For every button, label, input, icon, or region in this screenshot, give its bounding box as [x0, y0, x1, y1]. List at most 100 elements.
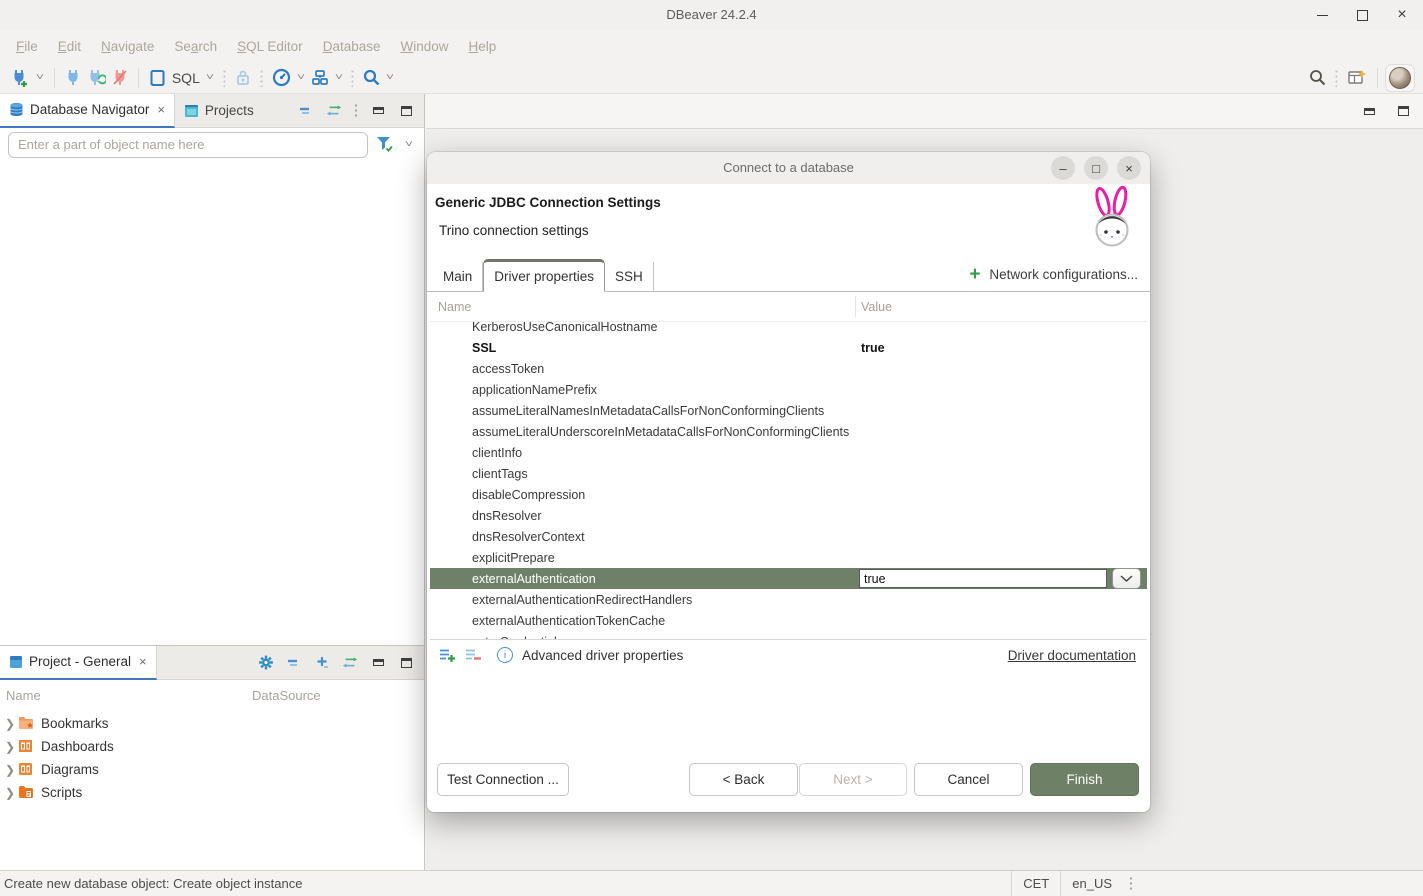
panel-minimize-icon[interactable] [370, 655, 386, 671]
collapse-all-icon[interactable] [298, 103, 314, 119]
dialog-close-icon[interactable]: × [1117, 156, 1141, 180]
menu-window[interactable]: Window [390, 39, 458, 54]
chevron-right-icon[interactable]: ❯ [2, 717, 18, 731]
filter-icon[interactable] [376, 136, 394, 153]
tab-database-navigator[interactable]: Database Navigator × [0, 94, 175, 128]
finish-button[interactable]: Finish [1030, 763, 1139, 796]
close-icon[interactable]: × [1389, 2, 1415, 28]
property-row-externalAuthenticationRedirectHandlers[interactable]: externalAuthenticationRedirectHandlers [430, 589, 1147, 610]
test-connection-button[interactable]: Test Connection ... [437, 763, 569, 796]
menu-sql-editor[interactable]: SQL Editor [227, 39, 313, 54]
table-body[interactable]: KerberosUseCanonicalHostnameSSLtrueacces… [430, 322, 1147, 639]
back-button[interactable]: < Back [689, 763, 798, 796]
tree-item-bookmarks[interactable]: ❯Bookmarks [0, 712, 424, 735]
tab-projects[interactable]: Projects [175, 94, 263, 128]
expand-all-icon[interactable] [314, 655, 330, 671]
add-property-icon[interactable] [439, 648, 456, 663]
dialog-maximize-icon[interactable]: □ [1084, 156, 1108, 180]
column-datasource[interactable]: DataSource [252, 688, 321, 703]
chevron-right-icon[interactable]: ❯ [2, 786, 18, 800]
close-tab-icon[interactable]: × [137, 654, 147, 669]
header-name[interactable]: Name [430, 300, 855, 314]
navigator-tree[interactable] [0, 161, 424, 645]
view-menu-grip-icon[interactable] [354, 103, 358, 119]
object-filter-input[interactable] [8, 132, 368, 158]
property-row-explicitPrepare[interactable]: explicitPrepare [430, 547, 1147, 568]
property-value-input[interactable] [859, 569, 1107, 588]
collapse-all-icon[interactable] [286, 655, 302, 671]
tree-item-dashboards[interactable]: ❯Dashboards [0, 735, 424, 758]
chevron-right-icon[interactable]: ❯ [2, 763, 18, 777]
tab-project-general[interactable]: Project - General × [0, 646, 157, 680]
property-row-applicationNamePrefix[interactable]: applicationNamePrefix [430, 379, 1147, 400]
network-configurations-button[interactable]: + Network configurations... [969, 265, 1138, 284]
property-row-assumeLiteralUnderscoreInMetadataCallsForNonConformingClients[interactable]: assumeLiteralUnderscoreInMetadataCallsFo… [430, 421, 1147, 442]
menu-help[interactable]: Help [459, 39, 507, 54]
cancel-button[interactable]: Cancel [914, 763, 1023, 796]
maximize-icon[interactable] [1349, 2, 1375, 28]
menu-search[interactable]: Search [164, 39, 227, 54]
menu-database[interactable]: Database [313, 39, 391, 54]
property-row-clientInfo[interactable]: clientInfo [430, 442, 1147, 463]
property-row-clientTags[interactable]: clientTags [430, 463, 1147, 484]
locale-indicator[interactable]: en_US [1060, 871, 1123, 896]
sql-editor-label[interactable]: SQL [169, 70, 203, 86]
dialog-tab-driver-properties[interactable]: Driver properties [483, 259, 605, 292]
connect-icon[interactable] [62, 66, 84, 90]
filter-dropdown-icon[interactable]: ˅ [399, 139, 418, 150]
property-value: true [855, 341, 885, 355]
dashboard-gauge-icon[interactable] [269, 66, 294, 90]
property-row-dnsResolverContext[interactable]: dnsResolverContext [430, 526, 1147, 547]
search-dropdown-icon[interactable]: ˅ [381, 72, 400, 83]
property-row-assumeLiteralNamesInMetadataCallsForNonConformingClients[interactable]: assumeLiteralNamesInMetadataCallsForNonC… [430, 400, 1147, 421]
panel-minimize-icon[interactable] [370, 103, 386, 119]
disconnect-icon[interactable] [109, 66, 131, 90]
tree-item-diagrams[interactable]: ❯Diagrams [0, 758, 424, 781]
sql-editor-dropdown-icon[interactable]: ˅ [200, 72, 219, 83]
driver-documentation-link[interactable]: Driver documentation [1008, 648, 1138, 663]
reconnect-icon[interactable] [84, 66, 109, 90]
property-row-accessToken[interactable]: accessToken [430, 358, 1147, 379]
link-editor-icon[interactable] [342, 655, 358, 671]
editor-minimize-icon[interactable] [1361, 103, 1377, 119]
property-name: assumeLiteralNamesInMetadataCallsForNonC… [430, 404, 855, 418]
quick-search-icon[interactable] [1306, 66, 1329, 90]
dialog-tab-main[interactable]: Main [433, 262, 483, 291]
property-row-KerberosUseCanonicalHostname[interactable]: KerberosUseCanonicalHostname [430, 322, 1147, 337]
property-row-externalAuthenticationTokenCache[interactable]: externalAuthenticationTokenCache [430, 610, 1147, 631]
menu-navigate[interactable]: Navigate [91, 39, 164, 54]
settings-gear-icon[interactable] [258, 655, 274, 671]
dialog-tab-ssh[interactable]: SSH [605, 262, 654, 291]
panel-maximize-icon[interactable] [398, 655, 414, 671]
header-value[interactable]: Value [855, 300, 892, 314]
editor-maximize-icon[interactable] [1395, 103, 1411, 119]
property-row-SSL[interactable]: SSLtrue [430, 337, 1147, 358]
property-row-extraCredentials[interactable]: extraCredentials [430, 631, 1147, 639]
property-name: externalAuthenticationRedirectHandlers [430, 593, 855, 607]
property-row-disableCompression[interactable]: disableCompression [430, 484, 1147, 505]
dashboard-dropdown-icon[interactable]: ˅ [291, 72, 310, 83]
link-editor-icon[interactable] [326, 103, 342, 119]
column-name[interactable]: Name [0, 688, 252, 703]
panel-maximize-icon[interactable] [398, 103, 414, 119]
driver-manager-dropdown-icon[interactable]: ˅ [329, 72, 348, 83]
dbeaver-logo-button[interactable] [1385, 64, 1415, 92]
menu-file[interactable]: File [6, 39, 48, 54]
property-row-dnsResolver[interactable]: dnsResolver [430, 505, 1147, 526]
property-name: assumeLiteralUnderscoreInMetadataCallsFo… [430, 425, 855, 439]
close-tab-icon[interactable]: × [155, 102, 165, 117]
driver-manager-icon[interactable] [308, 66, 332, 90]
sql-editor-icon[interactable] [146, 66, 169, 90]
dialog-titlebar[interactable]: Connect to a database – □ × [427, 152, 1150, 184]
remove-property-icon[interactable] [465, 648, 482, 663]
value-dropdown-button[interactable] [1112, 568, 1141, 589]
property-row-externalAuthentication[interactable]: externalAuthentication [430, 568, 1147, 589]
timezone-indicator[interactable]: CET [1011, 871, 1060, 896]
menu-edit[interactable]: Edit [48, 39, 91, 54]
chevron-right-icon[interactable]: ❯ [2, 740, 18, 754]
new-connection-dropdown-icon[interactable]: ˅ [30, 72, 49, 83]
dialog-minimize-icon[interactable]: – [1051, 156, 1075, 180]
perspective-icon[interactable] [1344, 66, 1370, 90]
minimize-icon[interactable] [1309, 2, 1335, 28]
tree-item-scripts[interactable]: ❯Scripts [0, 781, 424, 804]
